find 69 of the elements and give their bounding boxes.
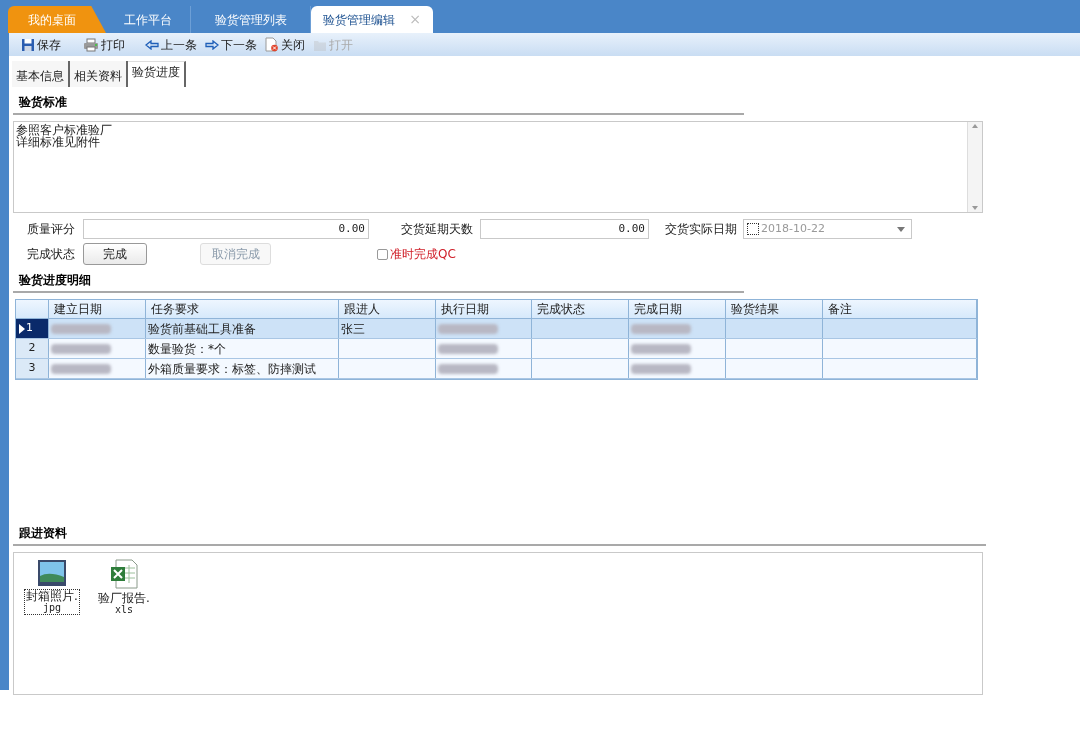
table-row[interactable]: 3 外箱质量要求：标签、防摔测试	[16, 359, 977, 379]
section-title: 验货进度明细	[19, 273, 91, 287]
field-label: 完成状态	[27, 246, 76, 263]
field-label: 交货延期天数	[401, 221, 474, 238]
form-tab[interactable]: 验货进度	[128, 61, 186, 87]
table-cell-text: 验货前基础工具准备	[147, 320, 256, 338]
table-cell-text: 外箱质量要求：标签、防摔测试	[147, 360, 316, 378]
spreadsheet-file-icon	[110, 559, 138, 589]
column-header[interactable]: 备注	[823, 300, 978, 318]
text-line: 详细标准见附件	[16, 136, 100, 148]
document-close-icon	[265, 37, 279, 52]
column-header[interactable]: 完成日期	[629, 300, 727, 318]
blurred-text	[631, 343, 692, 354]
form-tab[interactable]: 基本信息	[12, 61, 70, 87]
file-name: 封箱照片.	[26, 590, 78, 602]
number-field[interactable]: 0.00	[480, 219, 649, 239]
scrollbar[interactable]	[967, 122, 982, 212]
file-extension: xls	[114, 604, 133, 616]
tab[interactable]: 验货管理编辑 ×	[311, 6, 433, 33]
file-name: 验厂报告.	[98, 592, 150, 604]
column-header[interactable]: 建立日期	[48, 300, 146, 318]
row-number: 2	[28, 340, 36, 357]
blurred-text	[437, 363, 498, 374]
blurred-text	[631, 363, 692, 374]
dropdown-caret-icon[interactable]	[897, 226, 905, 232]
printer-icon	[83, 37, 99, 52]
table-cell-text: 张三	[340, 320, 365, 338]
toolbar-button[interactable]: 关闭	[265, 35, 305, 54]
column-header[interactable]: 完成状态	[532, 300, 630, 318]
image-file-icon	[37, 559, 67, 587]
blurred-text	[437, 343, 498, 354]
toolbar-button[interactable]: 打印	[83, 35, 125, 54]
scroll-down-icon[interactable]	[971, 204, 979, 212]
blurred-text	[437, 323, 498, 334]
blurred-text	[631, 323, 692, 334]
file-extension: jpg	[42, 602, 61, 614]
field-label: 质量评分	[27, 221, 76, 238]
section-title: 跟进资料	[19, 526, 67, 540]
text-line: 参照客户标准验厂	[16, 124, 113, 136]
right-arrow-icon	[205, 39, 219, 50]
table-row[interactable]: 1 验货前基础工具准备 张三	[16, 319, 977, 339]
complete-button[interactable]: 完成	[83, 243, 147, 265]
toolbar-button[interactable]: 上一条	[145, 35, 197, 54]
column-header[interactable]: 执行日期	[435, 300, 533, 318]
field-label: 交货实际日期	[665, 221, 738, 238]
scroll-up-icon[interactable]	[971, 122, 979, 130]
toolbar-button[interactable]: 下一条	[205, 35, 257, 54]
text-area[interactable]: 参照客户标准验厂 详细标准见附件	[13, 121, 983, 213]
row-number: 3	[28, 360, 36, 377]
blurred-text	[50, 323, 111, 334]
checkbox[interactable]: 准时完成QC	[377, 245, 456, 263]
row-number: 1	[26, 320, 33, 337]
left-arrow-icon	[145, 39, 159, 50]
column-header[interactable]: 跟进人	[338, 300, 436, 318]
row-pointer-icon	[19, 323, 25, 334]
file-item[interactable]: 封箱照片. jpg	[23, 559, 81, 615]
checkbox[interactable]	[747, 223, 759, 235]
table-cell-text: 数量验货：*个	[147, 340, 226, 358]
date-value: 2018-10-22	[761, 220, 826, 237]
section-title: 验货标准	[19, 95, 67, 109]
toolbar-button[interactable]: 保存	[21, 35, 61, 54]
blurred-text	[50, 343, 111, 354]
file-item[interactable]: 验厂报告. xls	[95, 559, 153, 617]
column-header[interactable]: 任务要求	[145, 300, 339, 318]
column-header[interactable]: 验货结果	[726, 300, 824, 318]
form-tab[interactable]: 相关资料	[70, 61, 128, 87]
table-row[interactable]: 2 数量验货：*个	[16, 339, 977, 359]
number-field[interactable]: 0.00	[83, 219, 369, 239]
blurred-text	[50, 363, 111, 374]
